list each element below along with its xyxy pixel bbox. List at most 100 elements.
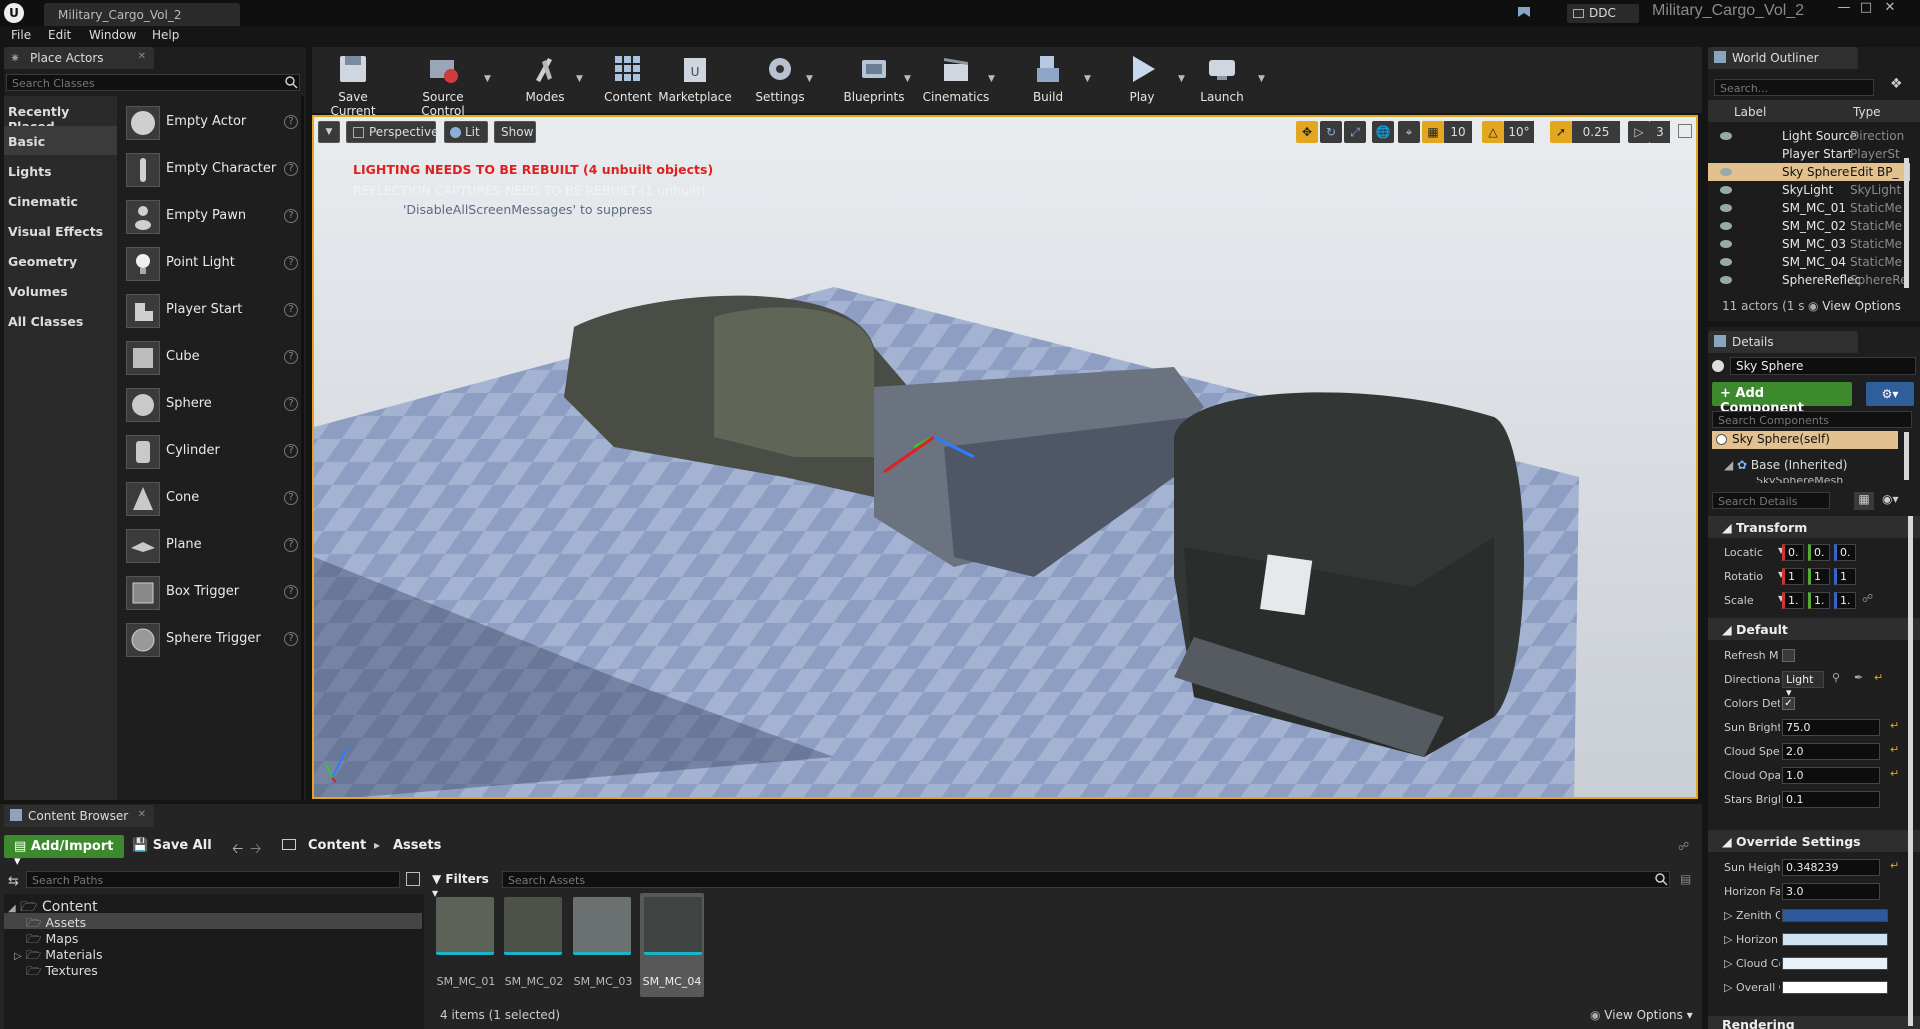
actor-item-sphere-trigger[interactable]: Sphere Trigger? (124, 617, 300, 661)
location-x-field[interactable]: 0. (1782, 544, 1804, 561)
viewport-options-dropdown-icon[interactable]: ▼ (318, 121, 340, 143)
visibility-icon[interactable] (1720, 204, 1732, 212)
directional-light-select[interactable]: Light ▾ (1782, 671, 1824, 699)
category-lights[interactable]: Lights (4, 156, 117, 185)
outliner-search-input[interactable]: Search... (1714, 79, 1874, 96)
component-mesh-row[interactable]: SkySphereMesh (Inherited) (1756, 477, 1896, 483)
lock-browser-icon[interactable]: ☍ (1678, 840, 1689, 853)
world-space-icon[interactable]: 🌐 (1372, 121, 1394, 143)
visibility-filter-icon[interactable]: ◉▾ (1882, 492, 1899, 506)
reset-icon[interactable]: ↵ (1890, 767, 1899, 780)
settings-dropdown-icon[interactable]: ▼ (806, 74, 813, 84)
launch-dropdown-icon[interactable]: ▼ (1258, 74, 1265, 84)
column-label[interactable]: Label (1734, 105, 1766, 119)
visibility-icon[interactable] (1720, 276, 1732, 284)
actor-item-sphere[interactable]: Sphere? (124, 382, 300, 426)
filters-button[interactable]: ▼ Filters ▾ (432, 870, 496, 900)
toggle-sources-icon[interactable]: ⇆ (8, 874, 19, 889)
build-button[interactable]: Build (1020, 48, 1076, 110)
colors-det-checkbox[interactable]: ✓ (1782, 697, 1795, 710)
visibility-icon[interactable] (1720, 240, 1732, 248)
camera-speed-value[interactable]: 3 (1650, 121, 1670, 143)
play-dropdown-icon[interactable]: ▼ (1178, 74, 1185, 84)
category-basic[interactable]: Basic (4, 126, 117, 155)
actor-item-box-trigger[interactable]: Box Trigger? (124, 570, 300, 614)
menu-file[interactable]: File (11, 28, 31, 42)
actor-item-cone[interactable]: Cone? (124, 476, 300, 520)
actor-item-player-start[interactable]: Player Start? (124, 288, 300, 332)
help-icon[interactable]: ? (284, 162, 298, 176)
actor-name-field[interactable]: Sky Sphere (1730, 357, 1916, 375)
save-all-button[interactable]: 💾 Save All (132, 838, 212, 853)
settings-button[interactable]: Settings (748, 48, 812, 110)
outliner-row-sm-mc-03[interactable]: SM_MC_03 StaticMe (1708, 235, 1910, 253)
help-icon[interactable]: ? (284, 209, 298, 223)
cinematics-dropdown-icon[interactable]: ▼ (988, 74, 995, 84)
menu-edit[interactable]: Edit (48, 28, 71, 42)
outliner-row-sky-sphere[interactable]: Sky Sphere Edit BP_ (1708, 163, 1910, 181)
reset-icon[interactable]: ↵ (1874, 671, 1883, 684)
breadcrumb-assets[interactable]: Assets (393, 838, 441, 853)
details-scrollbar[interactable] (1908, 516, 1913, 1026)
rotate-tool-icon[interactable]: ↻ (1320, 121, 1342, 143)
help-icon[interactable]: ? (284, 256, 298, 270)
location-z-field[interactable]: 0. (1834, 544, 1856, 561)
category-visual-effects[interactable]: Visual Effects (4, 216, 117, 245)
search-classes-input[interactable]: Search Classes (6, 74, 300, 91)
grid-snap-value[interactable]: 10 (1444, 121, 1472, 143)
rotation-x-field[interactable]: 1 (1782, 568, 1804, 585)
help-icon[interactable]: ? (284, 115, 298, 129)
override-section-header[interactable]: ◢ Override Settings (1708, 830, 1920, 852)
cloud-speed-field[interactable]: 2.0 (1782, 743, 1880, 760)
rotation-snap-value[interactable]: 10° (1504, 121, 1534, 143)
actor-item-cube[interactable]: Cube? (124, 335, 300, 379)
source-control-button[interactable]: Source Control (400, 48, 486, 118)
close-window-icon[interactable]: ✕ (1880, 0, 1900, 15)
sun-brightness-field[interactable]: 75.0 (1782, 719, 1880, 736)
help-icon[interactable]: ? (284, 538, 298, 552)
grid-snap-icon[interactable]: ▦ (1422, 121, 1444, 143)
visibility-icon[interactable] (1720, 222, 1732, 230)
perspective-button[interactable]: Perspective (346, 121, 439, 143)
outliner-row-sm-mc-01[interactable]: SM_MC_01 StaticMe (1708, 199, 1910, 217)
property-matrix-icon[interactable]: ▦ (1854, 492, 1874, 510)
asset-tile-sm-mc-01[interactable]: SM_MC_01 (434, 895, 498, 995)
rotation-z-field[interactable]: 1 (1834, 568, 1856, 585)
outliner-view-options[interactable]: ◉ View Options (1808, 299, 1901, 313)
search-assets-input[interactable]: Search Assets (502, 871, 1670, 888)
help-icon[interactable]: ? (284, 350, 298, 364)
actor-item-empty-pawn[interactable]: Empty Pawn? (124, 194, 300, 238)
visibility-icon[interactable] (1720, 168, 1732, 176)
scale-y-field[interactable]: 1. (1808, 592, 1830, 609)
menu-window[interactable]: Window (89, 28, 136, 42)
back-arrow-icon[interactable]: 🡠 (232, 838, 243, 862)
scale-z-field[interactable]: 1. (1834, 592, 1856, 609)
cloud-color-swatch[interactable] (1782, 957, 1888, 970)
category-cinematic[interactable]: Cinematic (4, 186, 117, 215)
source-control-dropdown-icon[interactable]: ▼ (484, 74, 491, 84)
search-details-input[interactable]: Search Details (1712, 492, 1830, 509)
build-dropdown-icon[interactable]: ▼ (1084, 74, 1091, 84)
lit-button[interactable]: Lit (444, 121, 488, 143)
close-tab-icon[interactable]: ✕ (138, 809, 146, 820)
camera-speed-icon[interactable]: ▷ (1628, 121, 1650, 143)
actor-item-plane[interactable]: Plane? (124, 523, 300, 567)
location-y-field[interactable]: 0. (1808, 544, 1830, 561)
document-tab[interactable]: Military_Cargo_Vol_2 (44, 3, 240, 26)
play-button[interactable]: Play (1114, 48, 1170, 110)
column-type[interactable]: Type (1853, 105, 1881, 119)
maximize-viewport-icon[interactable] (1678, 124, 1692, 138)
zenith-color-swatch[interactable] (1782, 909, 1888, 922)
outliner-row-sm-mc-02[interactable]: SM_MC_02 StaticMe (1708, 217, 1910, 235)
horizon-falloff-field[interactable]: 3.0 (1782, 883, 1880, 900)
outliner-row-skylight[interactable]: SkyLight SkyLight (1708, 181, 1910, 199)
menu-help[interactable]: Help (152, 28, 179, 42)
content-view-options[interactable]: ◉ View Options ▾ (1590, 1008, 1693, 1022)
cloud-opacity-field[interactable]: 1.0 (1782, 767, 1880, 784)
details-tab[interactable]: Details (1708, 331, 1858, 353)
modes-button[interactable]: Modes (512, 48, 578, 110)
actor-item-empty-character[interactable]: Empty Character? (124, 147, 300, 191)
asset-tile-sm-mc-04[interactable]: SM_MC_04 (640, 893, 704, 997)
notification-icon[interactable] (1514, 3, 1534, 23)
outliner-row-sphere-reflection[interactable]: SphereReflec SphereRe (1708, 271, 1910, 289)
